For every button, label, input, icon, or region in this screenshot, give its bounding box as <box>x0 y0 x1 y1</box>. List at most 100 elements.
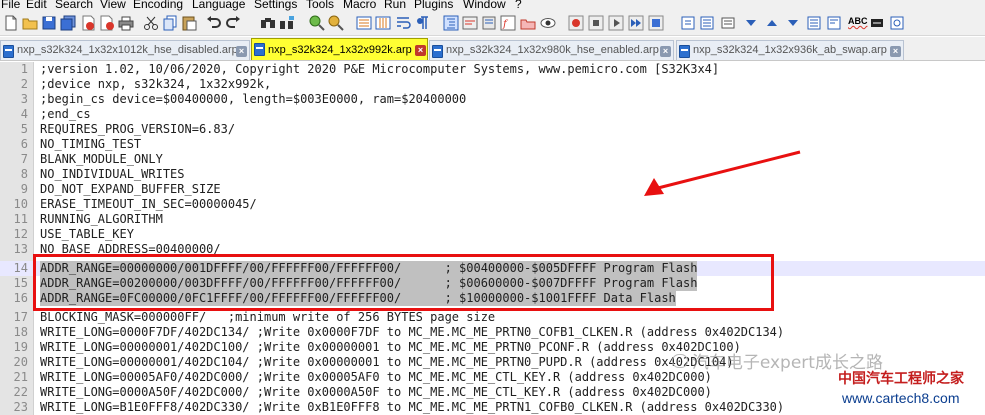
tab-992k[interactable]: nxp_s32k324_1x32x992k.arp × <box>251 38 428 60</box>
tab-close-icon[interactable]: × <box>890 46 901 57</box>
run-macro-multiple-icon[interactable] <box>628 15 644 31</box>
line-text: NO_TIMING_TEST <box>40 137 142 151</box>
menu-search[interactable]: Search <box>55 0 93 11</box>
tab-close-icon[interactable]: × <box>660 46 671 57</box>
monitoring-icon[interactable] <box>540 15 556 31</box>
code-line: 18 WRITE_LONG=0000F7DF/402DC134/ ;Write 0… <box>0 325 985 340</box>
line-text: ;begin_cs device=$00400000, length=$003E… <box>40 92 467 106</box>
close-icon[interactable] <box>80 15 96 31</box>
spellcheck-icon[interactable]: ABC <box>848 15 868 31</box>
plugin-e-icon[interactable] <box>764 15 780 31</box>
line-number: 12 <box>13 227 28 241</box>
menu-encoding[interactable]: Encoding <box>133 0 183 11</box>
open-file-icon[interactable] <box>22 15 38 31</box>
word-wrap-icon[interactable] <box>395 15 411 31</box>
play-macro-icon[interactable] <box>608 15 624 31</box>
line-text: USE_TABLE_KEY <box>40 227 134 241</box>
tab-bar: nxp_s32k324_1x32x1012k_hse_disabled.arp … <box>0 37 985 61</box>
plugin-j-icon[interactable] <box>889 15 905 31</box>
tab-label: nxp_s32k324_1x32x980k_hse_enabled.arp <box>446 44 659 56</box>
plugin-f-icon[interactable] <box>785 15 801 31</box>
indent-guide-icon[interactable] <box>443 15 459 31</box>
plugin-b-icon[interactable] <box>699 15 715 31</box>
undo-icon[interactable] <box>206 15 222 31</box>
menu-view[interactable]: View <box>100 0 126 11</box>
line-text: WRITE_LONG=0000A50F/402DC000/ ;Write 0x0… <box>40 385 712 399</box>
plugin-d-icon[interactable] <box>743 15 759 31</box>
file-icon <box>254 43 265 56</box>
menu-help[interactable]: ? <box>515 0 522 11</box>
code-line: 1 ;version 1.02, 10/06/2020, Copyright 20… <box>0 62 985 77</box>
record-macro-icon[interactable] <box>568 15 584 31</box>
tab-close-icon[interactable]: × <box>415 45 426 56</box>
line-number: 3 <box>20 92 28 106</box>
line-number: 15 <box>13 276 28 290</box>
line-text: WRITE_LONG=0000F7DF/402DC134/ ;Write 0x0… <box>40 325 785 339</box>
line-number: 13 <box>13 242 28 256</box>
save-icon[interactable] <box>41 15 57 31</box>
line-text: ERASE_TIMEOUT_IN_SEC=00000045/ <box>40 197 257 211</box>
tab-label: nxp_s32k324_1x32x1012k_hse_disabled.arp <box>17 44 238 56</box>
line-number: 6 <box>20 137 28 151</box>
plugin-h-icon[interactable] <box>826 15 842 31</box>
close-all-icon[interactable] <box>99 15 115 31</box>
plugin-g-icon[interactable] <box>806 15 822 31</box>
language-icon[interactable] <box>462 15 478 31</box>
code-line: 6 NO_TIMING_TEST <box>0 137 985 152</box>
line-number: 18 <box>13 325 28 339</box>
tab-hse-disabled[interactable]: nxp_s32k324_1x32x1012k_hse_disabled.arp … <box>0 40 250 60</box>
menu-window[interactable]: Window <box>463 0 506 11</box>
sync-horizontal-icon[interactable] <box>375 15 391 31</box>
logo-watermark: 中国汽车工程师之家 <box>838 371 964 387</box>
plugin-a-icon[interactable] <box>680 15 696 31</box>
copy-icon[interactable] <box>162 15 178 31</box>
file-icon <box>679 45 690 58</box>
line-number: 16 <box>13 291 28 305</box>
menu-run[interactable]: Run <box>384 0 406 11</box>
menu-settings[interactable]: Settings <box>254 0 297 11</box>
line-text: BLOCKING_MASK=000000FF/ ;minimum write o… <box>40 310 496 324</box>
line-number: 1 <box>20 62 28 76</box>
menu-language[interactable]: Language <box>192 0 245 11</box>
find-icon[interactable] <box>260 15 276 31</box>
line-number: 20 <box>13 355 28 369</box>
code-line: 11 RUNNING_ALGORITHM <box>0 212 985 227</box>
function-list-icon[interactable]: f <box>500 15 516 31</box>
paste-icon[interactable] <box>181 15 197 31</box>
line-number: 10 <box>13 197 28 211</box>
stop-macro-icon[interactable] <box>588 15 604 31</box>
menu-edit[interactable]: Edit <box>26 0 47 11</box>
replace-icon[interactable] <box>279 15 295 31</box>
new-file-icon[interactable] <box>3 15 19 31</box>
zoom-out-icon[interactable] <box>328 15 344 31</box>
redo-icon[interactable] <box>225 15 241 31</box>
code-line: 23 WRITE_LONG=B1E0FFF8/402DC330/ ;Write 0… <box>0 400 985 415</box>
print-icon[interactable] <box>118 15 134 31</box>
code-line: 9 DO_NOT_EXPAND_BUFFER_SIZE <box>0 182 985 197</box>
tab-hse-enabled[interactable]: nxp_s32k324_1x32x980k_hse_enabled.arp × <box>429 40 674 60</box>
tab-ab-swap[interactable]: nxp_s32k324_1x32x936k_ab_swap.arp × <box>676 40 904 60</box>
cut-icon[interactable] <box>143 15 159 31</box>
save-all-icon[interactable] <box>60 15 76 31</box>
menu-plugins[interactable]: Plugins <box>414 0 453 11</box>
show-all-chars-icon[interactable] <box>414 15 430 31</box>
code-line: 10 ERASE_TIMEOUT_IN_SEC=00000045/ <box>0 197 985 212</box>
save-macro-icon[interactable] <box>648 15 664 31</box>
line-number: 14 <box>13 261 28 275</box>
line-text: WRITE_LONG=B1E0FFF8/402DC330/ ;Write 0xB… <box>40 400 785 414</box>
line-text: WRITE_LONG=00000001/402DC104/ ;Write 0x0… <box>40 355 734 369</box>
plugin-c-icon[interactable] <box>720 15 736 31</box>
plugin-i-icon[interactable] <box>869 15 885 31</box>
line-number: 23 <box>13 400 28 414</box>
menu-tools[interactable]: Tools <box>306 0 334 11</box>
menu-file[interactable]: File <box>1 0 20 11</box>
tab-close-icon[interactable]: × <box>236 46 247 57</box>
zoom-in-icon[interactable] <box>309 15 325 31</box>
menu-macro[interactable]: Macro <box>343 0 376 11</box>
wechat-icon <box>672 353 688 368</box>
folder-workspace-icon[interactable] <box>520 15 536 31</box>
line-text: BLANK_MODULE_ONLY <box>40 152 163 166</box>
doc-map-icon[interactable] <box>481 15 497 31</box>
sync-vertical-icon[interactable] <box>356 15 372 31</box>
line-text: WRITE_LONG=00005AF0/402DC000/ ;Write 0x0… <box>40 370 712 384</box>
